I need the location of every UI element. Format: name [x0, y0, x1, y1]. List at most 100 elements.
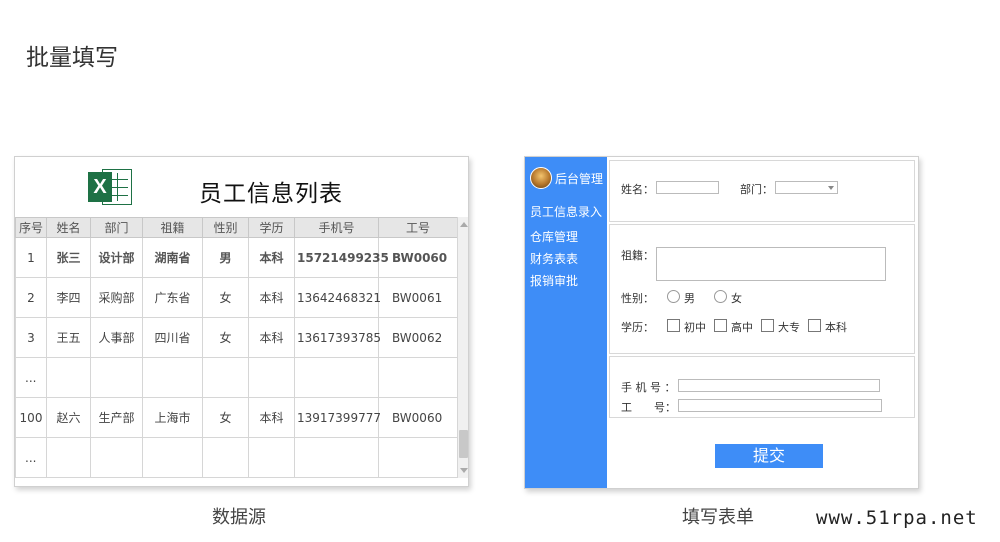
column-header: 部门: [90, 217, 143, 238]
caption-fill-form: 填写表单: [682, 507, 754, 528]
table-cell[interactable]: 广东省: [142, 277, 203, 318]
dept-select[interactable]: [775, 181, 838, 194]
table-row: 1 张三 设计部 湖南省男本科 15721499235 BW0060: [15, 237, 458, 278]
column-header: 序号: [15, 217, 47, 238]
edu-option-senior: 高中: [731, 321, 753, 334]
table-cell[interactable]: ...: [15, 357, 47, 398]
scroll-up-icon[interactable]: [460, 222, 468, 227]
employee-id-input[interactable]: [678, 399, 882, 412]
brand-logo-icon: [530, 167, 552, 189]
table-cell[interactable]: 100: [15, 397, 47, 438]
edu-option-college: 大专: [778, 321, 800, 334]
form-panel: 后台管理 员工信息录入 仓库管理 财务表表 报销审批 姓名： 部门： 祖籍： 性…: [524, 156, 919, 489]
table-cell[interactable]: 上海市: [142, 397, 203, 438]
table-cell[interactable]: 3: [15, 317, 47, 358]
page-title: 批量填写: [26, 45, 118, 71]
sidebar-item-reimbursement[interactable]: 报销审批: [530, 272, 578, 289]
table-cell[interactable]: [248, 437, 295, 478]
table-cell[interactable]: [378, 357, 458, 398]
excel-panel: X 员工信息列表 序号 姓名 部门 祖籍 性别 学历 手机号 工号 1 张三 设计部 湖南省男本科 1…: [14, 156, 469, 487]
table-cell[interactable]: 2: [15, 277, 47, 318]
employee-table: 序号 姓名 部门 祖籍 性别 学历 手机号 工号 1 张三 设计部 湖南省男本科 1572149923…: [15, 217, 458, 478]
column-header: 手机号: [294, 217, 379, 238]
table-row: 2 李四 采购部 广东省女本科 13642468321 BW0061: [15, 277, 458, 318]
table-cell[interactable]: [248, 357, 295, 398]
edu-checkbox-senior[interactable]: [714, 319, 727, 332]
table-cell[interactable]: 本科: [248, 277, 295, 318]
basic-section: 姓名： 部门：: [609, 160, 915, 222]
table-cell[interactable]: 王五: [46, 317, 91, 358]
table-cell[interactable]: [142, 357, 203, 398]
table-cell[interactable]: 15721499235: [294, 237, 389, 278]
origin-textarea[interactable]: [656, 247, 886, 281]
detail-section: 祖籍： 性别： 男 女 学历： 初中 高中 大专 本科: [609, 224, 915, 354]
table-cell[interactable]: 人事部: [90, 317, 143, 358]
edu-checkbox-college[interactable]: [761, 319, 774, 332]
sidebar-item-warehouse[interactable]: 仓库管理: [530, 228, 578, 245]
table-cell[interactable]: 采购部: [90, 277, 143, 318]
column-header: 工号: [378, 217, 458, 238]
edu-label: 学历：: [621, 321, 654, 334]
sidebar-item-employee-entry[interactable]: 员工信息录入: [530, 203, 602, 220]
chevron-down-icon: [828, 186, 834, 190]
contact-section: 手 机 号 ： 工 号：: [609, 356, 915, 418]
edu-option-junior: 初中: [684, 321, 706, 334]
table-cell[interactable]: 本科: [248, 237, 295, 278]
table-cell[interactable]: BW0060: [378, 397, 458, 438]
table-cell[interactable]: [202, 357, 249, 398]
scroll-thumb[interactable]: [459, 430, 468, 458]
table-cell[interactable]: 湖南省: [142, 237, 203, 278]
table-cell[interactable]: 生产部: [90, 397, 143, 438]
table-cell[interactable]: 1: [15, 237, 47, 278]
table-cell[interactable]: 女: [202, 397, 249, 438]
table-cell[interactable]: 女: [202, 277, 249, 318]
brand-title: 后台管理: [555, 171, 604, 186]
column-header: 姓名: [46, 217, 91, 238]
table-cell[interactable]: [46, 357, 91, 398]
table-cell[interactable]: [294, 357, 379, 398]
edu-checkbox-bachelor[interactable]: [808, 319, 821, 332]
table-cell[interactable]: 本科: [248, 317, 295, 358]
phone-input[interactable]: [678, 379, 880, 392]
gender-option-female: 女: [731, 292, 742, 305]
employee-id-label: 工 号：: [621, 401, 676, 414]
table-cell[interactable]: BW0060: [378, 237, 458, 278]
table-cell[interactable]: [46, 437, 91, 478]
table-cell[interactable]: 李四: [46, 277, 91, 318]
table-cell[interactable]: [90, 437, 143, 478]
gender-radio-female[interactable]: [714, 290, 727, 303]
table-cell[interactable]: [294, 437, 379, 478]
table-cell[interactable]: BW0062: [378, 317, 458, 358]
table-cell[interactable]: 设计部: [90, 237, 143, 278]
table-cell[interactable]: BW0061: [378, 277, 458, 318]
edu-checkbox-junior[interactable]: [667, 319, 680, 332]
table-cell[interactable]: 13917399777: [294, 397, 381, 438]
origin-label: 祖籍：: [621, 249, 654, 262]
brand: 后台管理: [530, 167, 603, 189]
table-cell[interactable]: ...: [15, 437, 47, 478]
table-cell[interactable]: 本科: [248, 397, 295, 438]
table-cell[interactable]: 男: [202, 237, 249, 278]
table-cell[interactable]: [378, 437, 458, 478]
table-cell[interactable]: [90, 357, 143, 398]
table-cell[interactable]: 女: [202, 317, 249, 358]
table-cell[interactable]: [202, 437, 249, 478]
table-cell[interactable]: 13617393785: [294, 317, 381, 358]
submit-button[interactable]: 提交: [715, 444, 823, 468]
scroll-down-icon[interactable]: [460, 468, 468, 473]
column-header: 祖籍: [142, 217, 203, 238]
sidebar-item-finance[interactable]: 财务表表: [530, 250, 578, 267]
excel-title: 员工信息列表: [199, 181, 343, 207]
table-cell[interactable]: [142, 437, 203, 478]
name-input[interactable]: [656, 181, 719, 194]
gender-label: 性别：: [621, 292, 654, 305]
edu-option-bachelor: 本科: [825, 321, 847, 334]
vertical-scrollbar[interactable]: [457, 217, 468, 478]
table-cell[interactable]: 13642468321: [294, 277, 381, 318]
gender-radio-male[interactable]: [667, 290, 680, 303]
table-cell[interactable]: 张三: [46, 237, 91, 278]
column-header: 学历: [248, 217, 295, 238]
table-cell[interactable]: 四川省: [142, 317, 203, 358]
table-cell[interactable]: 赵六: [46, 397, 91, 438]
watermark: www.51rpa.net: [816, 507, 978, 529]
